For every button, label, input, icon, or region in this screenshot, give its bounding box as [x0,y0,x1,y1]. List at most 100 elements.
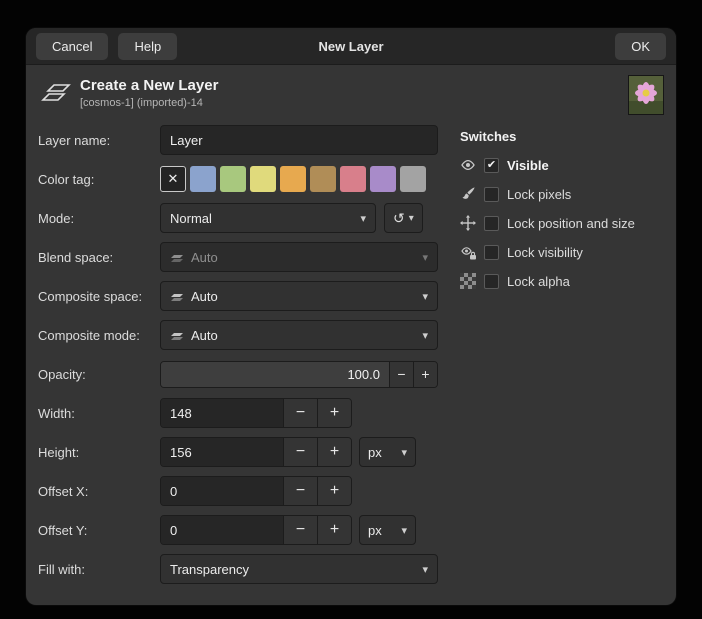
composite-mode-dropdown[interactable]: Auto ▾ [160,320,438,350]
help-button[interactable]: Help [118,33,177,60]
paintbrush-icon [460,186,476,202]
opacity-increment-button[interactable]: + [413,362,437,387]
height-row: Height: 156 − + px ▾ [38,437,446,467]
color-tag-yellow[interactable] [250,166,276,192]
color-tag-green[interactable] [220,166,246,192]
offset-x-increment-button[interactable]: + [317,477,351,505]
ok-button[interactable]: OK [615,33,666,60]
color-tag-orange[interactable] [280,166,306,192]
switch-lock-position: Lock position and size [460,215,664,231]
opacity-label: Opacity: [38,367,160,382]
offset-x-decrement-button[interactable]: − [283,477,317,505]
mode-dropdown[interactable]: Normal ▾ [160,203,376,233]
switches-column: Switches ✔ Visible [446,125,664,593]
offset-y-row: Offset Y: 0 − + px ▾ [38,515,446,545]
height-label: Height: [38,445,160,460]
eye-lock-icon [460,244,476,260]
visible-checkbox[interactable]: ✔ [484,158,499,173]
lock-position-checkbox[interactable] [484,216,499,231]
lock-pixels-checkbox[interactable] [484,187,499,202]
blend-space-label: Blend space: [38,250,160,265]
width-label: Width: [38,406,160,421]
chevron-down-icon: ▾ [352,212,366,225]
offset-x-input[interactable]: 0 [161,477,283,505]
lock-visibility-label: Lock visibility [507,245,583,260]
offset-y-decrement-button[interactable]: − [283,516,317,544]
blend-space-row: Blend space: Auto ▾ [38,242,446,272]
width-input[interactable]: 148 [161,399,283,427]
offset-x-stepper: 0 − + [160,476,352,506]
layer-mini-icon [170,290,184,302]
switch-lock-alpha: Lock alpha [460,273,664,289]
composite-mode-label: Composite mode: [38,328,160,343]
offset-y-input[interactable]: 0 [161,516,283,544]
lock-position-label: Lock position and size [507,216,635,231]
dialog-body: Layer name: Color tag: ✕ [38,125,664,593]
dialog-header: Create a New Layer [cosmos-1] (imported)… [38,75,664,115]
width-decrement-button[interactable]: − [283,399,317,427]
width-increment-button[interactable]: + [317,399,351,427]
opacity-row: Opacity: 100.0 − + [38,359,446,389]
lock-pixels-label: Lock pixels [507,187,571,202]
lock-visibility-checkbox[interactable] [484,245,499,260]
offset-y-increment-button[interactable]: + [317,516,351,544]
fill-with-label: Fill with: [38,562,160,577]
chevron-down-icon: ▾ [414,329,428,342]
offset-x-label: Offset X: [38,484,160,499]
dialog-content: Create a New Layer [cosmos-1] (imported)… [26,65,676,593]
blend-space-dropdown: Auto ▾ [160,242,438,272]
size-unit-value: px [368,445,382,460]
mode-reset-button[interactable]: ↺ ▾ [384,203,423,233]
cancel-button[interactable]: Cancel [36,33,108,60]
composite-space-dropdown[interactable]: Auto ▾ [160,281,438,311]
switch-lock-pixels: Lock pixels [460,186,664,202]
composite-mode-value: Auto [191,328,218,343]
header-title: Create a New Layer [80,75,218,94]
opacity-value: 100.0 [347,367,380,382]
titlebar: Cancel Help New Layer OK [26,28,676,65]
opacity-decrement-button[interactable]: − [389,362,413,387]
chevron-down-icon: ▾ [414,563,428,576]
height-increment-button[interactable]: + [317,438,351,466]
header-subtitle: [cosmos-1] (imported)-14 [80,97,218,109]
color-tag-red[interactable] [340,166,366,192]
chevron-down-icon: ▾ [414,251,428,264]
visible-label: Visible [507,158,549,173]
switch-visible: ✔ Visible [460,157,664,173]
offset-unit-value: px [368,523,382,538]
color-tag-brown[interactable] [310,166,336,192]
size-unit-dropdown[interactable]: px ▾ [359,437,416,467]
color-tag-row: Color tag: ✕ [38,164,446,194]
lock-alpha-checkbox[interactable] [484,274,499,289]
color-tag-violet[interactable] [370,166,396,192]
color-tag-none[interactable]: ✕ [160,166,186,192]
checkerboard-icon [460,273,476,289]
fill-with-dropdown[interactable]: Transparency ▾ [160,554,438,584]
form-column: Layer name: Color tag: ✕ [38,125,446,593]
layer-name-input[interactable] [160,125,438,155]
blend-space-value: Auto [191,250,218,265]
eye-icon [460,157,476,173]
width-row: Width: 148 − + [38,398,446,428]
color-tag-gray[interactable] [400,166,426,192]
height-decrement-button[interactable]: − [283,438,317,466]
layer-name-row: Layer name: [38,125,446,155]
layer-mini-icon [170,251,184,263]
color-tag-blue[interactable] [190,166,216,192]
opacity-slider: 100.0 − + [160,361,438,388]
color-tag-label: Color tag: [38,172,160,187]
opacity-slider-track[interactable]: 100.0 [161,362,389,387]
offset-unit-dropdown[interactable]: px ▾ [359,515,416,545]
chevron-down-icon: ▾ [393,446,407,459]
offset-y-stepper: 0 − + [160,515,352,545]
image-thumbnail [628,75,664,115]
move-lock-icon [460,215,476,231]
chevron-down-icon: ▾ [393,524,407,537]
chevron-down-icon: ▾ [409,213,414,224]
mode-label: Mode: [38,211,160,226]
switches-heading: Switches [460,129,664,144]
height-input[interactable]: 156 [161,438,283,466]
composite-mode-row: Composite mode: Auto ▾ [38,320,446,350]
color-tag-swatches: ✕ [160,166,426,192]
fill-with-value: Transparency [170,562,249,577]
